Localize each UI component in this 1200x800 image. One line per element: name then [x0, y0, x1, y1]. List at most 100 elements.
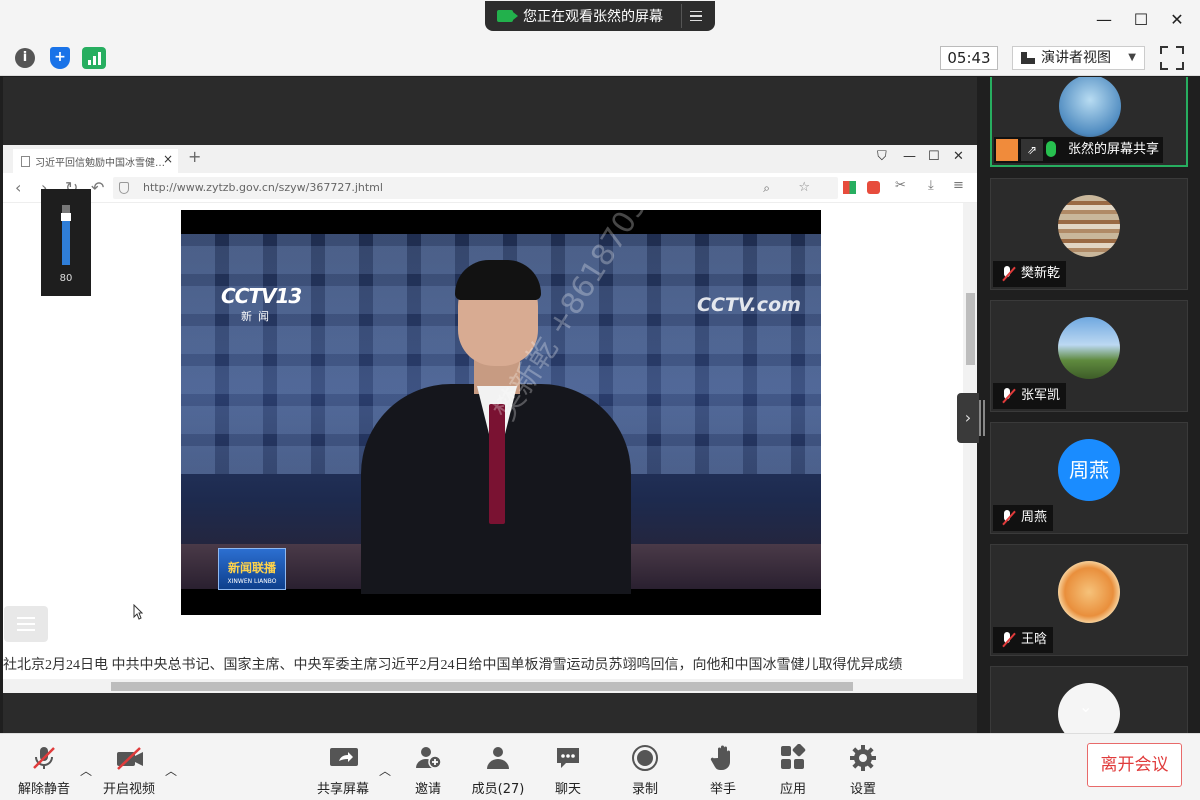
scissors-icon[interactable]: ✂: [895, 178, 906, 193]
video-off-icon: [115, 744, 143, 772]
share-screen-button[interactable]: 共享屏幕: [308, 744, 378, 797]
participant-gallery: ⇗ 张然的屏幕共享 樊新乾 张军凯 周燕 周燕 王晗 ⌄: [985, 77, 1200, 733]
extension-grid-icon[interactable]: [843, 181, 856, 194]
share-options-chevron-icon[interactable]: ︿: [379, 762, 391, 779]
avatar: [1058, 195, 1120, 257]
mic-on-icon: [1046, 141, 1056, 157]
mic-muted-icon: [999, 388, 1015, 404]
meeting-timer: 05:43: [940, 46, 998, 70]
browser-address-bar: ‹ › ↻ ↶ http://www.zytzb.gov.cn/szyw/367…: [3, 173, 977, 203]
leave-meeting-button[interactable]: 离开会议: [1087, 743, 1182, 787]
close-button[interactable]: ✕: [1167, 10, 1187, 30]
browser-maximize-icon[interactable]: ☐: [928, 149, 940, 164]
video-frame: CCTV13 新闻 CCTV.com 新闻联播 XINWEN LIANBO 樊新…: [181, 210, 821, 594]
close-tab-icon[interactable]: ×: [163, 152, 173, 166]
mic-muted-icon: [30, 744, 58, 772]
members-label: 成员(27): [471, 782, 525, 797]
record-button[interactable]: 录制: [610, 744, 680, 797]
browser-close-icon[interactable]: ✕: [953, 149, 964, 164]
members-button[interactable]: 成员(27): [463, 744, 533, 797]
page-menu-button[interactable]: [4, 606, 48, 642]
zoom-icon[interactable]: ⌕: [763, 177, 770, 199]
record-label: 录制: [631, 782, 658, 797]
layout-icon: [1021, 52, 1035, 64]
browser-tab[interactable]: 习近平回信勉励中国冰雪健… ×: [13, 149, 178, 173]
download-icon[interactable]: ⤓: [928, 178, 934, 193]
gear-icon: [849, 744, 877, 772]
view-mode-select[interactable]: 演讲者视图 ▼: [1012, 46, 1145, 70]
unmute-button[interactable]: 解除静音: [9, 744, 79, 797]
start-video-button[interactable]: 开启视频: [94, 744, 164, 797]
participant-tile[interactable]: 樊新乾: [990, 178, 1188, 290]
browser-pin-icon[interactable]: ⛉: [877, 149, 887, 164]
site-shield-icon: [119, 182, 129, 194]
apps-grid-icon: [779, 743, 807, 772]
raise-hand-icon: [709, 744, 737, 772]
chevron-down-icon: ▼: [1128, 52, 1136, 63]
volume-track[interactable]: [61, 205, 71, 265]
news-video-player[interactable]: CCTV13 新闻 CCTV.com 新闻联播 XINWEN LIANBO 樊新…: [181, 210, 821, 615]
mic-muted-icon: [999, 632, 1015, 648]
participant-name-tag: ⇗ 张然的屏幕共享: [994, 137, 1164, 163]
xinwen-lianbo-logo: 新闻联播 XINWEN LIANBO: [218, 548, 286, 590]
invite-button[interactable]: 邀请: [393, 744, 463, 797]
participant-tile-sharing[interactable]: ⇗ 张然的屏幕共享: [990, 77, 1188, 167]
avatar: 周燕: [1058, 439, 1120, 501]
audio-options-chevron-icon[interactable]: ︿: [80, 762, 92, 779]
add-user-icon: [414, 744, 442, 772]
settings-button[interactable]: 设置: [828, 744, 898, 797]
mouse-cursor-icon: [133, 604, 143, 620]
participant-name-tag: 张军凯: [993, 383, 1067, 409]
minimize-button[interactable]: —: [1094, 10, 1114, 30]
video-options-chevron-icon[interactable]: ︿: [165, 762, 177, 779]
url-text: http://www.zytzb.gov.cn/szyw/367727.jhtm…: [143, 181, 383, 194]
participant-name-tag: 王晗: [993, 627, 1054, 653]
undo-icon[interactable]: ↶: [91, 178, 104, 197]
volume-value: 80: [59, 273, 73, 284]
collapse-gallery-button[interactable]: ›: [957, 393, 979, 443]
volume-slider-popup[interactable]: 80: [41, 189, 91, 296]
new-tab-icon[interactable]: +: [188, 147, 201, 166]
security-shield-icon[interactable]: +: [50, 47, 70, 69]
bookmark-star-icon[interactable]: ☆: [798, 177, 810, 199]
view-mode-label: 演讲者视图: [1041, 50, 1111, 66]
mic-muted-icon: [999, 266, 1015, 282]
participant-tile[interactable]: 王晗: [990, 544, 1188, 656]
browser-tab-bar: 习近平回信勉励中国冰雪健… × + ⛉ — ☐ ✕: [3, 145, 977, 173]
apps-button[interactable]: 应用: [758, 743, 828, 797]
participant-tile[interactable]: ⌄: [990, 666, 1188, 733]
invite-label: 邀请: [414, 782, 441, 797]
screen-share-banner[interactable]: 您正在观看张然的屏幕: [485, 1, 715, 31]
participant-tile[interactable]: 周燕 周燕: [990, 422, 1188, 534]
network-signal-icon[interactable]: [82, 47, 106, 69]
mic-muted-icon: [999, 510, 1015, 526]
browser-menu-icon[interactable]: ≡: [953, 178, 964, 193]
anchor-tie: [489, 404, 505, 524]
game-extension-icon[interactable]: [867, 181, 880, 194]
record-icon: [631, 744, 659, 772]
tab-title: 习近平回信勉励中国冰雪健…: [35, 158, 165, 169]
banner-menu-icon[interactable]: [681, 4, 709, 28]
back-icon[interactable]: ‹: [15, 178, 21, 197]
volume-knob[interactable]: [61, 213, 71, 221]
raise-hand-label: 举手: [709, 782, 736, 797]
fullscreen-icon[interactable]: [1160, 46, 1184, 70]
meeting-window: 您正在观看张然的屏幕 — ☐ ✕ i + 05:43 演讲者视图 ▼ 习近平回信…: [0, 0, 1200, 800]
avatar: [1058, 561, 1120, 623]
chat-button[interactable]: 聊天: [533, 744, 603, 797]
url-field[interactable]: http://www.zytzb.gov.cn/szyw/367727.jhtm…: [113, 177, 838, 199]
raise-hand-button[interactable]: 举手: [688, 744, 758, 797]
browser-minimize-icon[interactable]: —: [903, 149, 916, 164]
article-text: 社北京2月24日电 中共中央总书记、国家主席、中央军委主席习近平2月24日给中国…: [3, 658, 903, 673]
avatar: [1058, 317, 1120, 379]
page-horizontal-scrollbar[interactable]: [3, 679, 977, 693]
share-screen-icon: [329, 744, 358, 772]
user-icon: [996, 139, 1018, 161]
chat-icon: [554, 744, 582, 772]
info-icon[interactable]: i: [15, 48, 35, 68]
maximize-button[interactable]: ☐: [1131, 10, 1151, 30]
chevron-down-icon[interactable]: ⌄: [1079, 697, 1092, 716]
participant-tile[interactable]: 张军凯: [990, 300, 1188, 412]
members-icon: [484, 744, 512, 772]
avatar: [1059, 77, 1121, 137]
